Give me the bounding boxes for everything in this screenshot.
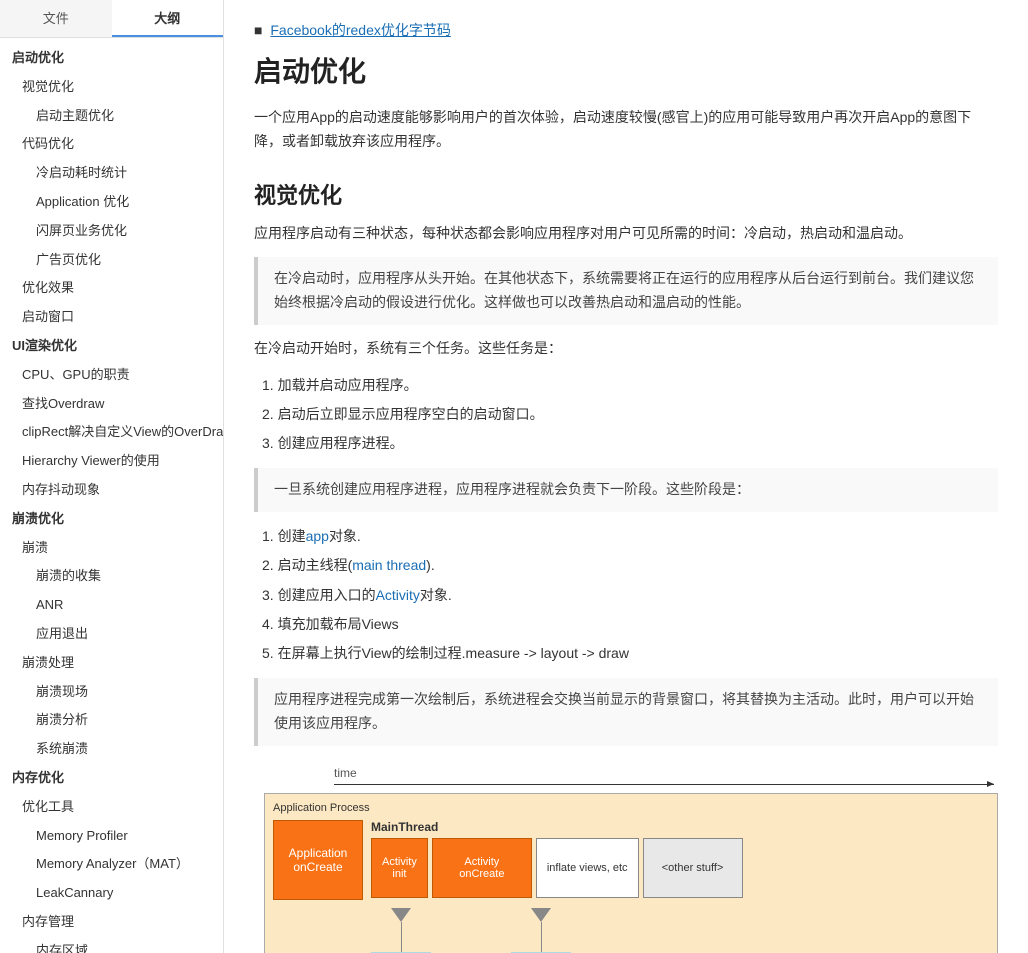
phase-item: 3. 创建应用入口的Activity对象.	[254, 583, 998, 608]
phase-item: 1. 创建app对象.	[254, 524, 998, 549]
tasks-list: 1. 加载并启动应用程序。 2. 启动后立即显示应用程序空白的启动窗口。 3. 创建…	[254, 373, 998, 457]
box2-line2: onCreate	[459, 868, 504, 880]
sidebar-nav-item[interactable]: 视觉优化	[0, 73, 223, 102]
sidebar-nav-item[interactable]: 启动优化	[0, 44, 223, 73]
sidebar-nav-item[interactable]: 崩溃的收集	[0, 562, 223, 591]
sidebar: 文件 大纲 启动优化视觉优化启动主题优化代码优化冷启动耗时统计Applicati…	[0, 0, 224, 953]
process-label: Application Process	[273, 802, 989, 814]
box3-label: inflate views, etc	[547, 862, 628, 874]
task-item: 3. 创建应用程序进程。	[254, 431, 998, 456]
sidebar-nav-item[interactable]: 内存优化	[0, 764, 223, 793]
sidebar-nav-item[interactable]: ANR	[0, 591, 223, 620]
sidebar-nav-item[interactable]: 启动主题优化	[0, 102, 223, 131]
tab-file[interactable]: 文件	[0, 0, 112, 37]
sidebar-tabs: 文件 大纲	[0, 0, 223, 38]
sidebar-nav-item[interactable]: 代码优化	[0, 130, 223, 159]
sidebar-nav-item[interactable]: 启动窗口	[0, 303, 223, 332]
other-stuff-box: <other stuff>	[643, 838, 743, 898]
sidebar-nav-item[interactable]: UI渲染优化	[0, 332, 223, 361]
app-box-line2: onCreate	[293, 860, 342, 874]
task-intro: 在冷启动开始时，系统有三个任务。这些任务是：	[254, 337, 998, 361]
sidebar-nav-item[interactable]: 查找Overdraw	[0, 390, 223, 419]
sidebar-nav-item[interactable]: 内存区域	[0, 937, 223, 953]
sidebar-nav-item[interactable]: Memory Profiler	[0, 822, 223, 851]
phase-item: 2. 启动主线程(main thread).	[254, 553, 998, 578]
box4-label: <other stuff>	[662, 862, 724, 874]
box1-line1: Activity	[382, 856, 417, 868]
diagram: time Application Process Application onC…	[254, 766, 998, 953]
sidebar-nav-item[interactable]: 崩溃分析	[0, 706, 223, 735]
sidebar-nav-item[interactable]: 系统崩溃	[0, 735, 223, 764]
sidebar-nav-item[interactable]: 内存抖动现象	[0, 476, 223, 505]
sidebar-nav-item[interactable]: 冷启动耗时统计	[0, 159, 223, 188]
sidebar-nav-item[interactable]: 应用退出	[0, 620, 223, 649]
blockquote3: 应用程序进程完成第一次绘制后，系统进程会交换当前显示的背景窗口，将其替换为主活动…	[254, 678, 998, 746]
box1-line2: init	[392, 868, 406, 880]
task-item: 1. 加载并启动应用程序。	[254, 373, 998, 398]
page-title: 启动优化	[254, 50, 998, 90]
sidebar-nav-item[interactable]: 优化效果	[0, 274, 223, 303]
activity-oncreate-box: Activity onCreate	[432, 838, 532, 898]
sidebar-nav-item[interactable]: 优化工具	[0, 793, 223, 822]
intro-paragraph: 一个应用App的启动速度能够影响用户的首次体验，启动速度较慢(感官上)的应用可能…	[254, 106, 998, 154]
sidebar-nav-item[interactable]: 崩溃处理	[0, 649, 223, 678]
box2-line1: Activity	[464, 856, 499, 868]
blockquote2: 一旦系统创建应用程序进程，应用程序进程就会负责下一阶段。这些阶段是：	[254, 468, 998, 512]
activity-init-box: Activity init	[371, 838, 428, 898]
sidebar-nav-item[interactable]: 闪屏页业务优化	[0, 217, 223, 246]
sidebar-nav-item[interactable]: Hierarchy Viewer的使用	[0, 447, 223, 476]
sidebar-nav-item[interactable]: 崩溃	[0, 534, 223, 563]
sidebar-nav: 启动优化视觉优化启动主题优化代码优化冷启动耗时统计Application 优化闪…	[0, 38, 223, 953]
sidebar-nav-item[interactable]: 崩溃优化	[0, 505, 223, 534]
tab-outline[interactable]: 大纲	[112, 0, 224, 37]
sidebar-nav-item[interactable]: 内存管理	[0, 908, 223, 937]
diagram-time-label: time	[254, 766, 998, 780]
sidebar-nav-item[interactable]: 崩溃现场	[0, 678, 223, 707]
section1-paragraph: 应用程序启动有三种状态，每种状态都会影响应用程序对用户可见所需的时间：冷启动，热…	[254, 222, 998, 246]
inflate-views-box: inflate views, etc	[536, 838, 639, 898]
main-thread-section: MainThread Activity init Activity onCrea…	[371, 820, 989, 900]
sidebar-nav-item[interactable]: 广告页优化	[0, 246, 223, 275]
task-item: 2. 启动后立即显示应用程序空白的启动窗口。	[254, 402, 998, 427]
sidebar-nav-item[interactable]: Memory Analyzer（MAT）	[0, 850, 223, 879]
main-content: ■ Facebook的redex优化字节码 启动优化 一个应用App的启动速度能…	[224, 0, 1028, 953]
main-thread-label: MainThread	[371, 820, 989, 834]
blockquote1: 在冷启动时，应用程序从头开始。在其他状态下，系统需要将正在运行的应用程序从后台运…	[254, 257, 998, 325]
app-box-line1: Application	[289, 846, 348, 860]
section1-title: 视觉优化	[254, 178, 998, 210]
sidebar-nav-item[interactable]: clipRect解决自定义View的OverDraw	[0, 418, 223, 447]
phase-item: 4. 填充加载布局Views	[254, 612, 998, 637]
diagram-main: Application Process Application onCreate…	[264, 793, 998, 953]
redex-link[interactable]: Facebook的redex优化字节码	[270, 22, 451, 38]
sidebar-nav-item[interactable]: CPU、GPU的职责	[0, 361, 223, 390]
app-box: Application onCreate	[273, 820, 363, 900]
time-arrow	[334, 784, 994, 785]
phase-item: 5. 在屏幕上执行View的绘制过程.measure -> layout -> …	[254, 641, 998, 666]
sidebar-nav-item[interactable]: LeakCannary	[0, 879, 223, 908]
sidebar-nav-item[interactable]: Application 优化	[0, 188, 223, 217]
phases-list: 1. 创建app对象. 2. 启动主线程(main thread). 3. 创建应用…	[254, 524, 998, 666]
